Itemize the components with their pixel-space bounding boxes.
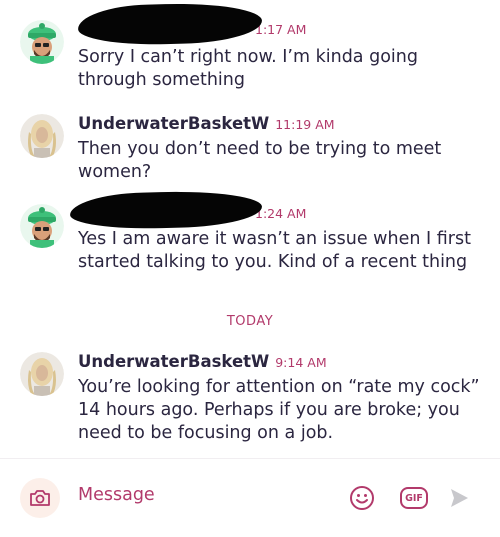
camera-button[interactable] <box>20 478 60 518</box>
message-text: You’re looking for attention on “rate my… <box>78 377 480 443</box>
green-hat-cartoon-avatar-icon <box>20 204 64 248</box>
message-item: UnderwaterBasketW 9:14 AM You’re looking … <box>0 352 500 452</box>
avatar[interactable] <box>20 352 64 396</box>
message-timestamp: 1:17 AM <box>255 22 307 37</box>
camera-icon <box>30 490 50 506</box>
blonde-woman-photo-avatar-icon <box>20 352 64 396</box>
emoji-icon <box>350 486 374 510</box>
blonde-woman-photo-avatar-icon <box>20 114 64 158</box>
avatar[interactable] <box>20 114 64 158</box>
message-text: Sorry I can’t right now. I’m kinda going… <box>78 47 418 90</box>
gif-button[interactable]: GIF <box>400 487 428 509</box>
message-input[interactable]: Message <box>78 485 155 505</box>
message-item: 1:24 AM Yes I am aware it wasn’t an issu… <box>0 189 500 304</box>
emoji-button[interactable] <box>349 485 375 511</box>
chat-screen: 1:17 AM Sorry I can’t right now. I’m kin… <box>0 0 500 537</box>
date-divider: TODAY <box>226 314 274 329</box>
message-item: 1:17 AM Sorry I can’t right now. I’m kin… <box>0 1 500 98</box>
sender-name: UnderwaterBasketW <box>78 352 270 371</box>
message-item: UnderwaterBasketW 11:19 AM Then you don’t… <box>0 114 500 194</box>
green-hat-cartoon-avatar-icon <box>20 20 64 64</box>
message-timestamp: 9:14 AM <box>275 355 327 370</box>
avatar[interactable] <box>20 20 64 64</box>
avatar[interactable] <box>20 204 64 248</box>
send-button[interactable] <box>448 487 470 509</box>
message-timestamp: 1:24 AM <box>255 206 307 221</box>
sender-name: UnderwaterBasketW <box>78 114 270 133</box>
send-icon <box>451 489 468 507</box>
message-text: Yes I am aware it wasn’t an issue when I… <box>78 229 471 272</box>
gif-icon: GIF <box>405 492 423 504</box>
message-timestamp: 11:19 AM <box>275 117 335 132</box>
message-composer: Message GIF <box>0 458 500 537</box>
message-text: Then you don’t need to be trying to meet… <box>78 139 442 182</box>
